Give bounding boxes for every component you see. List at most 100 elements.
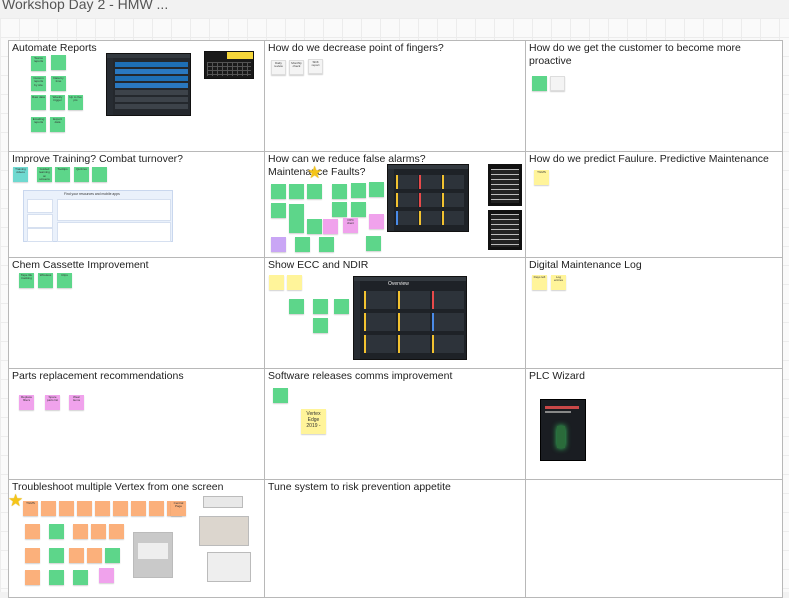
sticky-note[interactable] [332, 202, 347, 217]
sticky-note[interactable]: Central Page [171, 501, 186, 516]
sticky-note[interactable]: Emailing reports [31, 117, 46, 132]
plc-wizard-cover-image[interactable] [540, 399, 586, 461]
sticky-note[interactable]: Spare parts list [45, 395, 60, 410]
sticky-note[interactable]: Wear items [69, 395, 84, 410]
sticky-note[interactable] [323, 219, 338, 234]
sticky-note[interactable] [92, 167, 107, 182]
whiteboard-photo-1[interactable] [133, 532, 173, 578]
cell-chem-cassette[interactable]: Chem Cassette Improvement Tape life trac… [9, 258, 265, 369]
sticky-note[interactable]: Monthly check [289, 60, 304, 75]
grid-screenshot[interactable] [204, 51, 254, 79]
cell-plc-wizard[interactable]: PLC Wizard [526, 369, 782, 480]
whiteboard-photo-2[interactable] [203, 496, 243, 508]
sticky-note[interactable]: Clips [57, 273, 72, 288]
sticky-note[interactable] [149, 501, 164, 516]
sticky-note[interactable]: Weekly trigger [50, 95, 65, 110]
sticky-note[interactable] [77, 501, 92, 516]
sticky-note[interactable] [287, 275, 302, 290]
alarms-dashboard-screenshot[interactable] [387, 164, 469, 232]
star-icon[interactable]: ★ [307, 164, 322, 181]
sticky-note[interactable] [25, 548, 40, 563]
sticky-note[interactable]: TGMS [534, 170, 549, 185]
cell-customer-proactive[interactable]: How do we get the customer to become mor… [526, 41, 782, 152]
sticky-note[interactable] [366, 236, 381, 251]
sticky-note[interactable] [271, 203, 286, 218]
cell-software-releases[interactable]: Software releases comms improvement Vert… [265, 369, 526, 480]
sticky-note[interactable] [49, 570, 64, 585]
sticky-note[interactable] [41, 501, 56, 516]
sticky-note[interactable] [25, 570, 40, 585]
sticky-note[interactable]: Up to live pts [68, 95, 83, 110]
sticky-note[interactable] [532, 76, 547, 91]
sticky-note[interactable] [69, 548, 84, 563]
sticky-note[interactable]: Shift report [308, 59, 323, 74]
sticky-note[interactable]: Vertex Edge 2019 - [301, 409, 326, 434]
sticky-note[interactable]: Training videos [13, 167, 28, 182]
sticky-note[interactable]: Tooltips [55, 167, 70, 182]
sticky-note[interactable] [113, 501, 128, 516]
sticky-note[interactable] [369, 214, 384, 229]
sticky-note[interactable]: Custom reports by site [31, 76, 46, 91]
sticky-note[interactable] [313, 299, 328, 314]
overview-dashboard-screenshot[interactable]: Overview [353, 276, 467, 360]
sticky-note[interactable]: Export data [50, 117, 65, 132]
sticky-note[interactable]: Quizzes [74, 167, 89, 182]
sticky-note[interactable] [105, 548, 120, 563]
sticky-note[interactable]: Log entries [551, 275, 566, 290]
sticky-note[interactable] [51, 55, 66, 70]
sticky-note[interactable]: TGMS [23, 501, 38, 516]
sticky-note[interactable] [319, 237, 334, 252]
mobile-screenshot-2[interactable] [488, 210, 522, 250]
sticky-note[interactable] [289, 204, 304, 219]
cell-digital-maintenance-log[interactable]: Digital Maintenance Log Days left Log en… [526, 258, 782, 369]
sticky-note[interactable] [269, 275, 284, 290]
sticky-note[interactable] [289, 184, 304, 199]
sticky-note[interactable] [334, 299, 349, 314]
sticky-note[interactable] [351, 202, 366, 217]
cell-troubleshoot-vertex[interactable]: Troubleshoot multiple Vertex from one sc… [9, 480, 265, 597]
sticky-note[interactable] [289, 218, 304, 233]
sticky-note[interactable] [59, 501, 74, 516]
sticky-note[interactable]: Raw data [31, 95, 46, 110]
whiteboard-photo-4[interactable] [207, 552, 251, 582]
sticky-note[interactable] [289, 299, 304, 314]
cell-ecc-ndir[interactable]: Show ECC and NDIR Overview [265, 258, 526, 369]
sticky-note[interactable] [73, 570, 88, 585]
cell-decrease-fingers[interactable]: How do we decrease point of fingers? Dai… [265, 41, 526, 152]
sticky-note[interactable] [49, 548, 64, 563]
sticky-note[interactable] [307, 184, 322, 199]
mobile-screenshot-1[interactable] [488, 164, 522, 206]
sticky-note[interactable] [273, 388, 288, 403]
cell-false-alarms[interactable]: How can we reduce false alarms? Maintena… [265, 152, 526, 258]
sticky-note[interactable] [351, 183, 366, 198]
cell-predict-failure[interactable]: How do we predict Faulure. Predictive Ma… [526, 152, 782, 258]
sticky-note[interactable]: Teams reports [31, 56, 46, 71]
report-table-screenshot[interactable] [106, 53, 191, 116]
sticky-note[interactable] [369, 182, 384, 197]
sticky-note[interactable] [271, 237, 286, 252]
sticky-note[interactable]: Daily review [271, 60, 286, 75]
cell-improve-training[interactable]: Improve Training? Combat turnover? Train… [9, 152, 265, 258]
sticky-note[interactable]: OPC client [343, 218, 358, 233]
sticky-note[interactable]: Guided learning on screens [37, 167, 52, 182]
sticky-note[interactable] [25, 524, 40, 539]
sticky-note[interactable] [295, 237, 310, 252]
whiteboard-photo-3[interactable] [199, 516, 249, 546]
sticky-note[interactable]: Tape life tracking [19, 273, 34, 288]
whiteboard-canvas[interactable]: Automate Reports Teams reports Custom re… [0, 18, 789, 598]
sticky-note[interactable] [87, 548, 102, 563]
sticky-note[interactable] [313, 318, 328, 333]
sticky-note[interactable]: Data by time [51, 76, 66, 91]
sticky-note[interactable] [95, 501, 110, 516]
sticky-note[interactable]: Wireless [38, 273, 53, 288]
resources-card[interactable]: Find your resources and mobile apps [23, 190, 173, 242]
sticky-note[interactable] [73, 524, 88, 539]
sticky-note[interactable]: Days left [532, 275, 547, 290]
sticky-note[interactable] [109, 524, 124, 539]
sticky-note[interactable] [271, 184, 286, 199]
sticky-note[interactable] [99, 568, 114, 583]
sticky-note[interactable] [307, 219, 322, 234]
star-icon[interactable]: ★ [9, 492, 23, 509]
sticky-note[interactable] [550, 76, 565, 91]
cell-parts-replacement[interactable]: Parts replacement recommendations Replac… [9, 369, 265, 480]
